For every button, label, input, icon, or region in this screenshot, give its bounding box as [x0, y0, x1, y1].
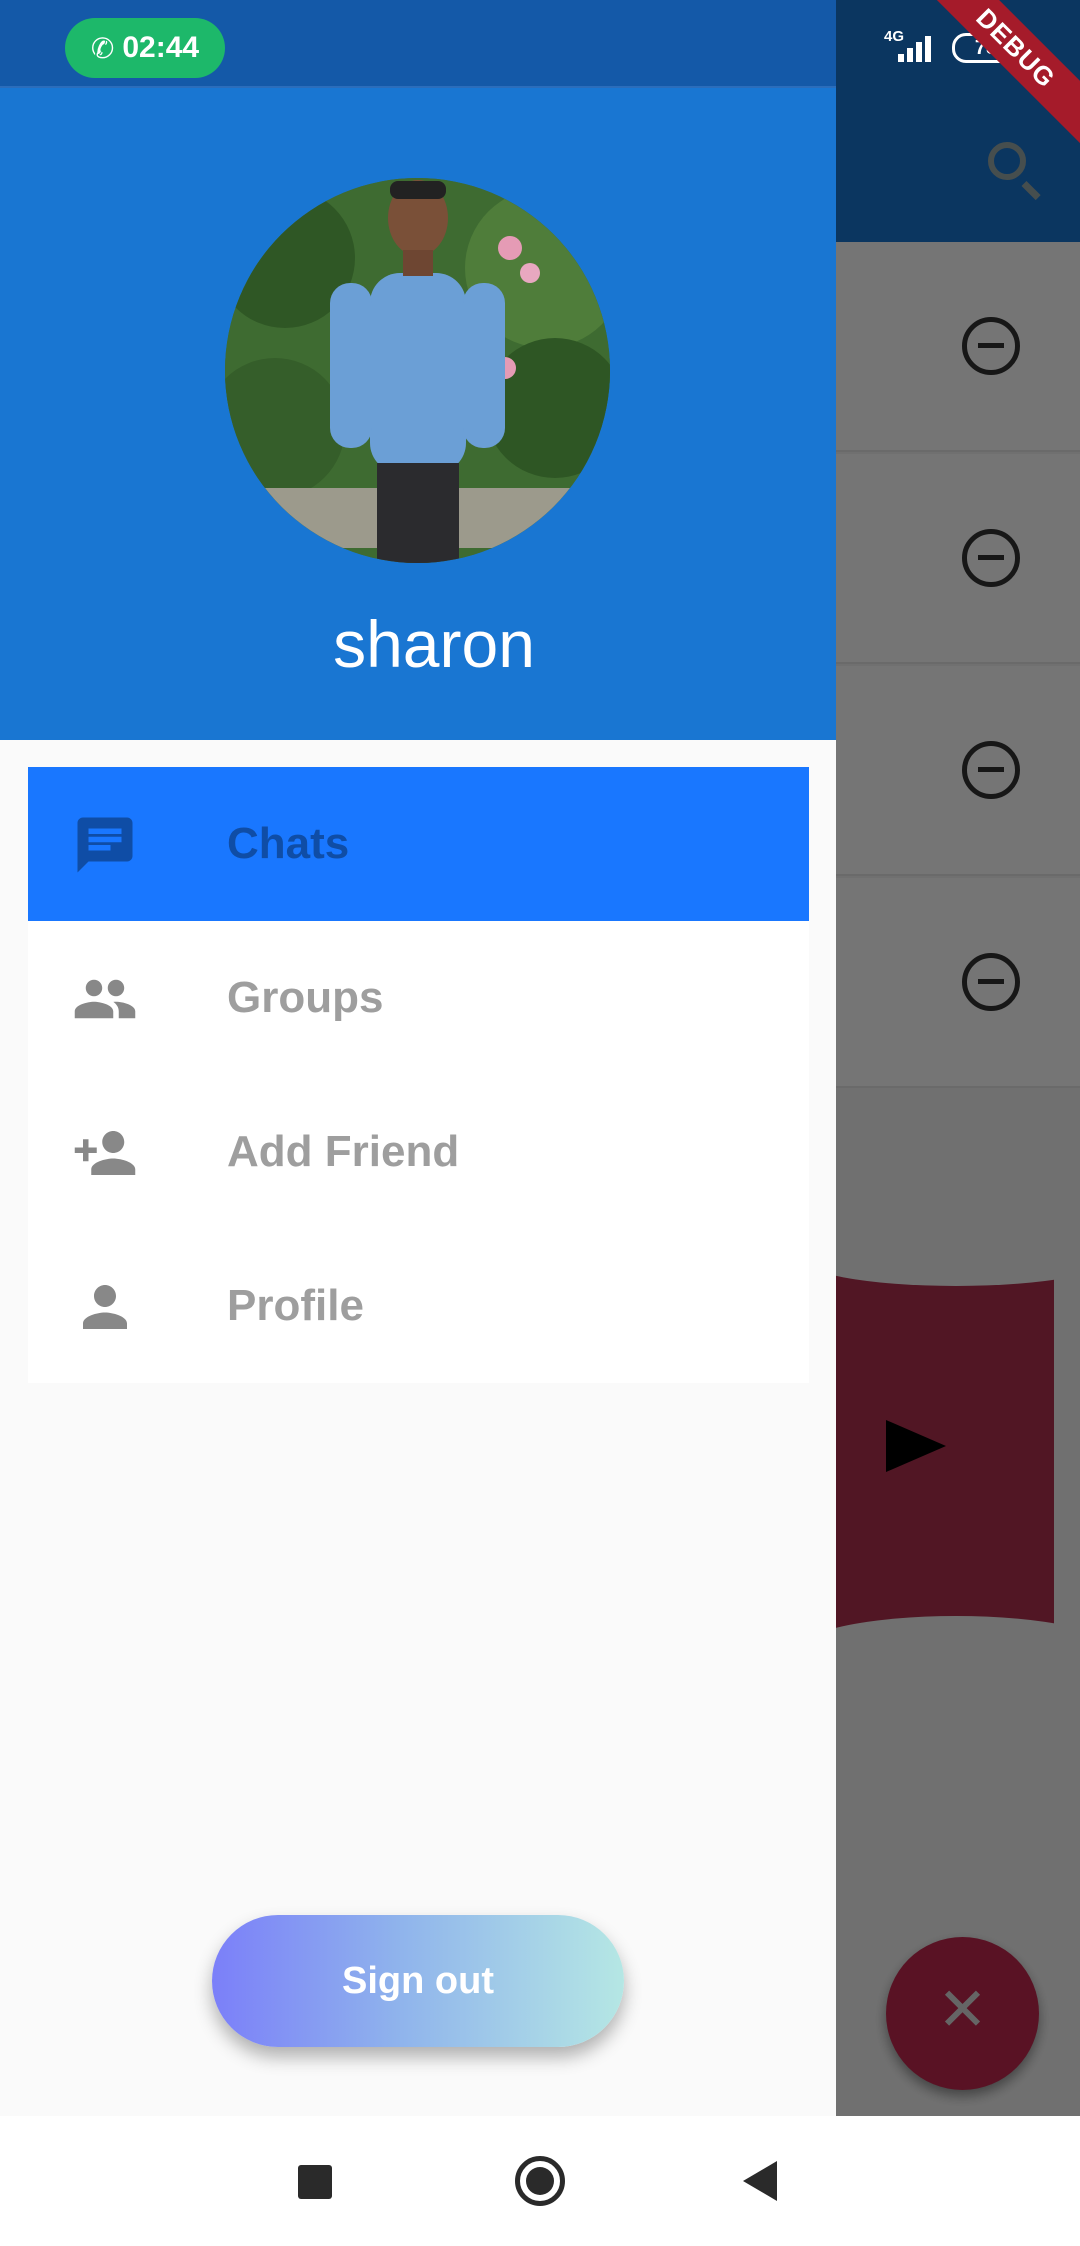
profile-icon [83, 1285, 127, 1329]
phone-icon: ✆ [90, 31, 115, 65]
menu-item-label: Profile [227, 1281, 364, 1330]
send-icon[interactable] [886, 1420, 946, 1472]
drawer-menu: Chats Groups Add Friend Profile [28, 767, 809, 1383]
menu-item-chats[interactable]: Chats [28, 767, 809, 921]
signal-icon [898, 32, 938, 62]
chat-icon [77, 817, 133, 873]
user-name: sharon [333, 607, 535, 681]
menu-item-groups[interactable]: Groups [28, 921, 809, 1075]
back-icon[interactable] [743, 2161, 777, 2201]
navigation-drawer: sharon Chats Groups Add Friend Profile S… [0, 0, 836, 2116]
profile-photo [225, 178, 610, 563]
recents-icon[interactable] [298, 2165, 332, 2199]
status-bar: ✆ 02:44 4G 78 DEBUG [0, 0, 1080, 149]
add-friend-icon [74, 1131, 136, 1175]
ongoing-call-chip[interactable]: ✆ 02:44 [65, 18, 225, 78]
sign-out-button[interactable]: Sign out [212, 1915, 624, 2047]
call-timer: 02:44 [122, 31, 200, 64]
drawer-header: sharon [0, 0, 836, 740]
menu-item-label: Groups [227, 973, 384, 1022]
menu-item-add-friend[interactable]: Add Friend [28, 1075, 809, 1229]
home-icon[interactable] [515, 2156, 565, 2206]
groups-icon [74, 979, 136, 1019]
system-navigation-bar [0, 2116, 1080, 2246]
menu-item-label: Add Friend [227, 1127, 460, 1176]
menu-item-label: Chats [227, 819, 350, 868]
avatar[interactable] [225, 178, 610, 563]
menu-item-profile[interactable]: Profile [28, 1229, 809, 1383]
